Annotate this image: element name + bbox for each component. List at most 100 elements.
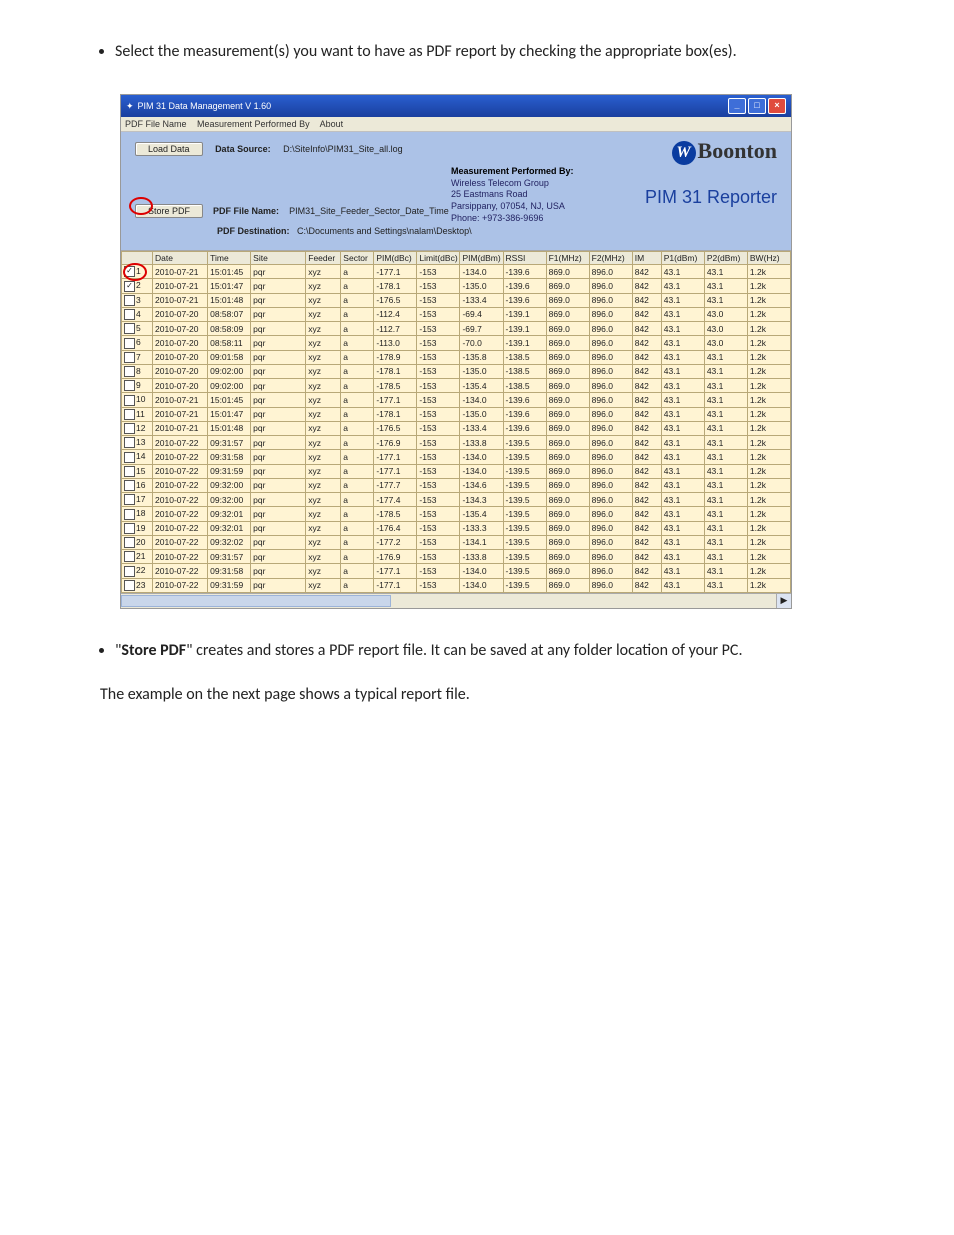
row-checkbox[interactable] (124, 323, 135, 334)
table-row[interactable]: 232010-07-2209:31:59pqrxyza-177.1-153-13… (122, 578, 791, 592)
table-cell: -178.5 (374, 379, 417, 393)
column-header[interactable]: Date (153, 252, 208, 265)
column-header[interactable]: BW(Hz) (747, 252, 790, 265)
close-button[interactable]: × (768, 98, 786, 114)
row-checkbox[interactable]: ✓ (124, 266, 135, 277)
table-cell: 43.1 (704, 521, 747, 535)
column-header[interactable]: Sector (341, 252, 374, 265)
table-row[interactable]: 142010-07-2209:31:58pqrxyza-177.1-153-13… (122, 450, 791, 464)
row-checkbox[interactable] (124, 366, 135, 377)
store-pdf-button[interactable]: Store PDF (135, 204, 203, 218)
table-row[interactable]: 102010-07-2115:01:45pqrxyza-177.1-153-13… (122, 393, 791, 407)
column-header[interactable]: P1(dBm) (661, 252, 704, 265)
table-row[interactable]: 222010-07-2209:31:58pqrxyza-177.1-153-13… (122, 564, 791, 578)
table-cell: -134.0 (460, 564, 503, 578)
table-cell: 09:31:57 (208, 436, 251, 450)
table-cell: xyz (306, 564, 341, 578)
column-header[interactable]: Feeder (306, 252, 341, 265)
table-cell: 43.1 (704, 265, 747, 279)
table-cell: 8 (122, 364, 153, 378)
table-row[interactable]: 52010-07-2008:58:09pqrxyza-112.7-153-69.… (122, 322, 791, 336)
row-checkbox[interactable] (124, 537, 135, 548)
row-checkbox[interactable] (124, 380, 135, 391)
table-cell: -153 (417, 450, 460, 464)
column-header[interactable]: PIM(dBm) (460, 252, 503, 265)
table-cell: 09:32:00 (208, 478, 251, 492)
column-header[interactable]: PIM(dBc) (374, 252, 417, 265)
pdf-destination-value: C:\Documents and Settings\nalam\Desktop\ (297, 226, 472, 236)
menu-pdf-file-name[interactable]: PDF File Name (125, 119, 187, 129)
minimize-button[interactable]: _ (728, 98, 746, 114)
column-header[interactable]: RSSI (503, 252, 546, 265)
menu-measurement-performed-by[interactable]: Measurement Performed By (197, 119, 310, 129)
table-row[interactable]: 112010-07-2115:01:47pqrxyza-178.1-153-13… (122, 407, 791, 421)
table-cell: 1.2k (747, 421, 790, 435)
row-checkbox[interactable] (124, 480, 135, 491)
table-row[interactable]: 202010-07-2209:32:02pqrxyza-177.2-153-13… (122, 535, 791, 549)
column-header[interactable]: F1(MHz) (546, 252, 589, 265)
titlebar[interactable]: ✦ PIM 31 Data Management V 1.60 _ □ × (121, 95, 791, 117)
row-checkbox[interactable] (124, 423, 135, 434)
row-checkbox[interactable] (124, 452, 135, 463)
horizontal-scrollbar[interactable]: ▶ (121, 593, 791, 608)
row-checkbox[interactable] (124, 409, 135, 420)
table-cell: -153 (417, 336, 460, 350)
table-cell: -153 (417, 407, 460, 421)
row-checkbox[interactable] (124, 509, 135, 520)
table-cell: -135.0 (460, 407, 503, 421)
table-cell: pqr (251, 464, 306, 478)
row-checkbox[interactable] (124, 566, 135, 577)
column-header[interactable]: Time (208, 252, 251, 265)
table-cell: -139.5 (503, 493, 546, 507)
table-row[interactable]: 182010-07-2209:32:01pqrxyza-178.5-153-13… (122, 507, 791, 521)
row-checkbox[interactable] (124, 395, 135, 406)
table-row[interactable]: 42010-07-2008:58:07pqrxyza-112.4-153-69.… (122, 307, 791, 321)
row-checkbox[interactable] (124, 437, 135, 448)
table-row[interactable]: 72010-07-2009:01:58pqrxyza-178.9-153-135… (122, 350, 791, 364)
column-header[interactable]: F2(MHz) (589, 252, 632, 265)
table-cell: 08:58:09 (208, 322, 251, 336)
table-row[interactable]: 162010-07-2209:32:00pqrxyza-177.7-153-13… (122, 478, 791, 492)
table-row[interactable]: 212010-07-2209:31:57pqrxyza-176.9-153-13… (122, 550, 791, 564)
table-cell: 869.0 (546, 550, 589, 564)
table-row[interactable]: 152010-07-2209:31:59pqrxyza-177.1-153-13… (122, 464, 791, 478)
column-header[interactable]: Limit(dBc) (417, 252, 460, 265)
table-cell: 1.2k (747, 578, 790, 592)
table-row[interactable]: 172010-07-2209:32:00pqrxyza-177.4-153-13… (122, 493, 791, 507)
row-checkbox[interactable] (124, 580, 135, 591)
maximize-button[interactable]: □ (748, 98, 766, 114)
table-row[interactable]: 192010-07-2209:32:01pqrxyza-176.4-153-13… (122, 521, 791, 535)
table-row[interactable]: ✓22010-07-2115:01:47pqrxyza-178.1-153-13… (122, 279, 791, 293)
table-cell: -135.8 (460, 350, 503, 364)
row-checkbox[interactable] (124, 295, 135, 306)
row-checkbox[interactable] (124, 523, 135, 534)
table-row[interactable]: 82010-07-2009:02:00pqrxyza-178.1-153-135… (122, 364, 791, 378)
column-header[interactable] (122, 252, 153, 265)
table-row[interactable]: 92010-07-2009:02:00pqrxyza-178.5-153-135… (122, 379, 791, 393)
row-checkbox[interactable] (124, 494, 135, 505)
load-data-button[interactable]: Load Data (135, 142, 203, 156)
row-checkbox[interactable] (124, 338, 135, 349)
table-cell: -134.0 (460, 464, 503, 478)
table-row[interactable]: 122010-07-2115:01:48pqrxyza-176.5-153-13… (122, 421, 791, 435)
column-header[interactable]: P2(dBm) (704, 252, 747, 265)
table-row[interactable]: 132010-07-2209:31:57pqrxyza-176.9-153-13… (122, 436, 791, 450)
scroll-right-icon[interactable]: ▶ (776, 594, 791, 608)
row-checkbox[interactable] (124, 352, 135, 363)
row-checkbox[interactable] (124, 466, 135, 477)
table-cell: ✓1 (122, 265, 153, 279)
table-row[interactable]: 32010-07-2115:01:48pqrxyza-176.5-153-133… (122, 293, 791, 307)
table-cell: 896.0 (589, 336, 632, 350)
column-header[interactable]: Site (251, 252, 306, 265)
table-row[interactable]: 62010-07-2008:58:11pqrxyza-113.0-153-70.… (122, 336, 791, 350)
row-checkbox[interactable] (124, 309, 135, 320)
data-source-value: D:\SiteInfo\PIM31_Site_all.log (283, 144, 403, 154)
table-row[interactable]: ✓12010-07-2115:01:45pqrxyza-177.1-153-13… (122, 265, 791, 279)
menu-about[interactable]: About (320, 119, 344, 129)
table-cell: -70.0 (460, 336, 503, 350)
table-cell: 43.1 (704, 578, 747, 592)
column-header[interactable]: IM (632, 252, 661, 265)
row-checkbox[interactable] (124, 551, 135, 562)
row-checkbox[interactable]: ✓ (124, 281, 135, 292)
table-cell: xyz (306, 464, 341, 478)
